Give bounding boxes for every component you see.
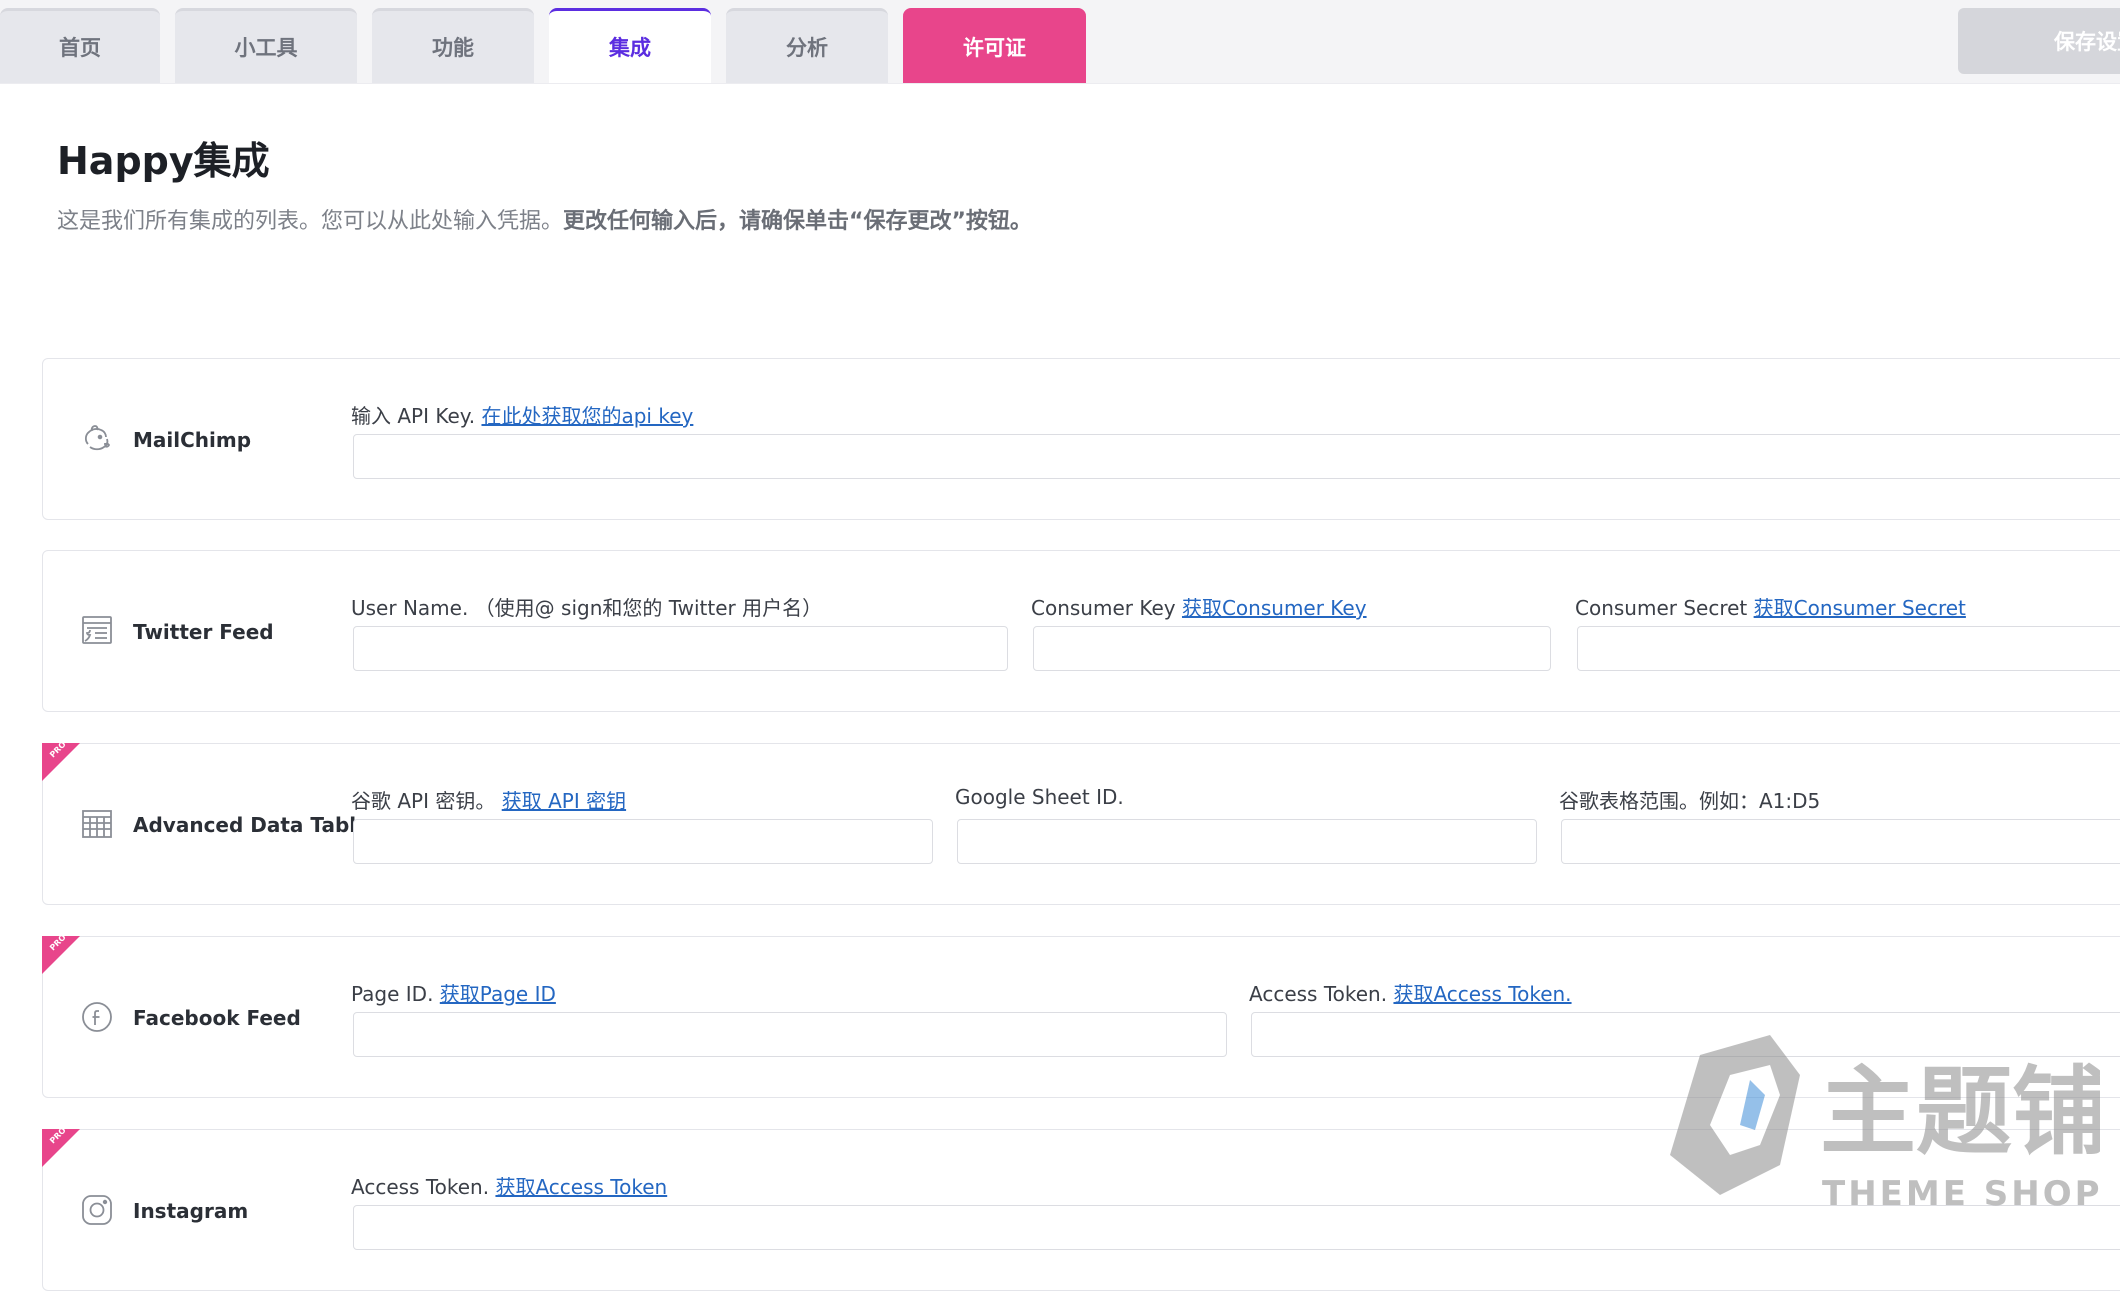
field-label-text: Access Token. (351, 1175, 496, 1199)
google-sheet-id-label: Google Sheet ID. (955, 785, 1124, 809)
watermark-brand: 主题铺 (1820, 1056, 2100, 1168)
twitter-username-input[interactable] (353, 626, 1008, 671)
mailchimp-icon (80, 422, 114, 456)
pro-ribbon: PRO (42, 936, 80, 974)
tab-widgets[interactable]: 小工具 (175, 8, 357, 83)
description-text: 这是我们所有集成的列表。您可以从此处输入凭据。 (57, 209, 564, 234)
integration-name: Instagram (133, 1199, 249, 1223)
field-label-text: Consumer Secret (1575, 596, 1754, 620)
field-label-text: 谷歌表格范围。例如：A1:D5 (1559, 789, 1821, 813)
consumer-secret-label: Consumer Secret 获取Consumer Secret (1575, 592, 1966, 621)
integration-name: MailChimp (133, 428, 252, 452)
theme-shop-watermark: 主题铺 THEME SHOP (1660, 1035, 2108, 1215)
description-emphasis: 更改任何输入后，请确保单击“保存更改”按钮。 (563, 209, 1032, 234)
field-label-text: 谷歌 API 密钥。 (351, 789, 502, 813)
facebook-access-token-label: Access Token. 获取Access Token. (1249, 978, 1572, 1007)
facebook-page-id-input[interactable] (353, 1012, 1227, 1057)
get-google-api-key-link[interactable]: 获取 API 密钥 (502, 789, 626, 813)
integration-name: Advanced Data Table (133, 813, 370, 837)
save-settings-button[interactable]: 保存设置 (1958, 8, 2120, 74)
get-api-key-link[interactable]: 在此处获取您的api key (481, 404, 693, 428)
mailchimp-api-key-input[interactable] (353, 434, 2120, 479)
tab-integrations[interactable]: 集成 (549, 8, 711, 83)
google-sheet-id-input[interactable] (957, 819, 1537, 864)
get-facebook-access-token-link[interactable]: 获取Access Token. (1393, 982, 1571, 1006)
instagram-icon (80, 1193, 114, 1227)
integration-card-mailchimp: MailChimp 输入 API Key. 在此处获取您的api key (42, 358, 2120, 520)
sheet-range-label: 谷歌表格范围。例如：A1:D5 (1559, 785, 1820, 814)
integration-card-advanced-data-table: PRO Advanced Data Table 谷歌 API 密钥。 获取 AP… (42, 743, 2120, 905)
field-label-text: Access Token. (1249, 982, 1394, 1006)
integration-name: Facebook Feed (133, 1006, 301, 1030)
integration-name: Twitter Feed (133, 620, 274, 644)
field-label-text: 输入 API Key. (351, 404, 482, 428)
page-title: Happy集成 (57, 139, 270, 183)
consumer-key-label: Consumer Key 获取Consumer Key (1031, 592, 1367, 621)
pro-ribbon: PRO (42, 743, 80, 781)
field-label-text: Consumer Key (1031, 596, 1182, 620)
tab-analytics[interactable]: 分析 (726, 8, 888, 83)
api-key-label: 输入 API Key. 在此处获取您的api key (351, 400, 693, 429)
get-page-id-link[interactable]: 获取Page ID (440, 982, 556, 1006)
username-label: User Name. （使用@ sign和您的 Twitter 用户名） (351, 592, 822, 621)
field-label-text: Page ID. (351, 982, 440, 1006)
get-instagram-access-token-link[interactable]: 获取Access Token (495, 1175, 667, 1199)
top-tab-bar: 首页 小工具 功能 集成 分析 许可证 保存设置 (0, 0, 2120, 84)
tab-features[interactable]: 功能 (372, 8, 534, 83)
google-api-key-input[interactable] (353, 819, 933, 864)
tab-license[interactable]: 许可证 (903, 8, 1086, 83)
instagram-access-token-label: Access Token. 获取Access Token (351, 1171, 667, 1200)
tab-home[interactable]: 首页 (0, 8, 160, 83)
get-consumer-secret-link[interactable]: 获取Consumer Secret (1754, 596, 1966, 620)
field-label-text: Google Sheet ID. (955, 785, 1124, 809)
field-label-text: User Name. （使用@ sign和您的 Twitter 用户名） (351, 596, 823, 620)
integration-card-twitter-feed: Twitter Feed User Name. （使用@ sign和您的 Twi… (42, 550, 2120, 712)
page-id-label: Page ID. 获取Page ID (351, 978, 556, 1007)
sheet-range-input[interactable] (1561, 819, 2120, 864)
get-consumer-key-link[interactable]: 获取Consumer Key (1182, 596, 1367, 620)
consumer-secret-input[interactable] (1577, 626, 2120, 671)
watermark-sub: THEME SHOP (1822, 1174, 2100, 1214)
data-table-icon (80, 807, 114, 841)
twitter-feed-icon (80, 614, 114, 648)
pro-ribbon: PRO (42, 1129, 80, 1167)
facebook-icon (80, 1000, 114, 1034)
page-description: 这是我们所有集成的列表。您可以从此处输入凭据。更改任何输入后，请确保单击“保存更… (57, 203, 1032, 235)
google-api-key-label: 谷歌 API 密钥。 获取 API 密钥 (351, 785, 626, 814)
consumer-key-input[interactable] (1033, 626, 1551, 671)
